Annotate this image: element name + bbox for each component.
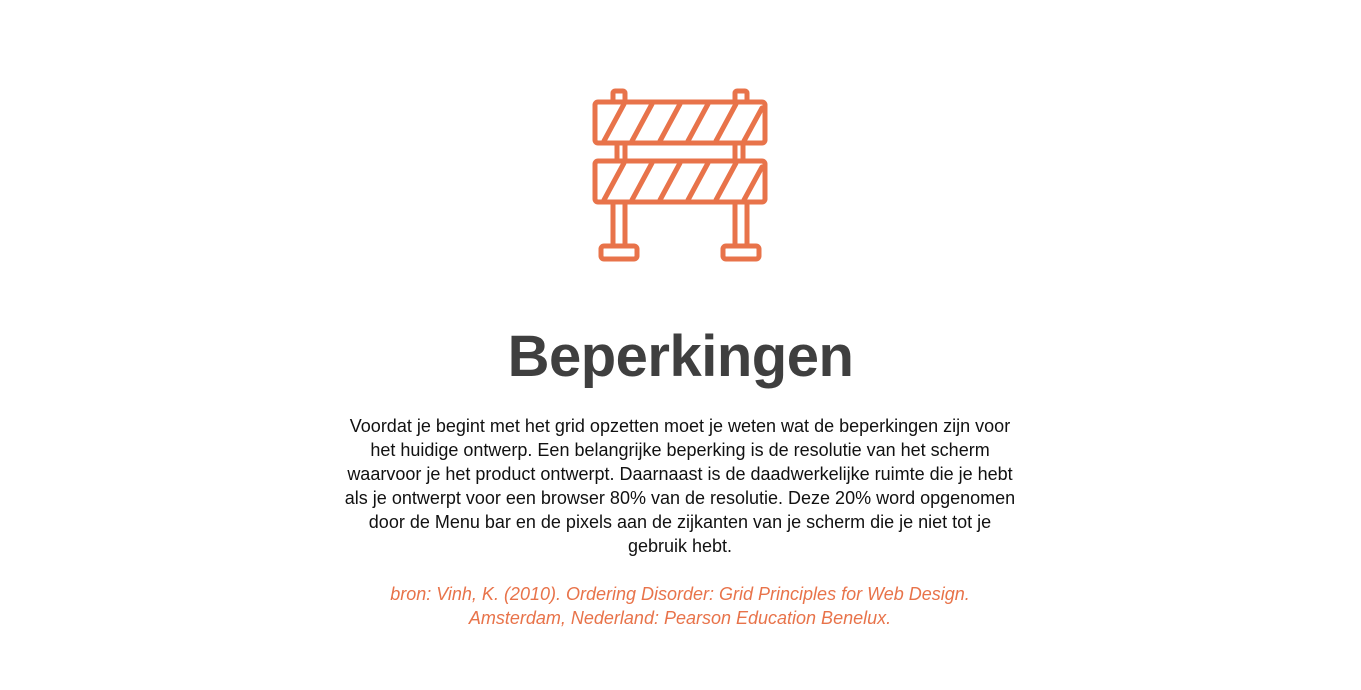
section-title: Beperkingen (507, 324, 854, 389)
road-barrier-icon (590, 86, 770, 266)
source-citation: bron: Vinh, K. (2010). Ordering Disorder… (390, 584, 970, 628)
section-body: Voordat je begint met het grid opzetten … (344, 416, 1016, 556)
